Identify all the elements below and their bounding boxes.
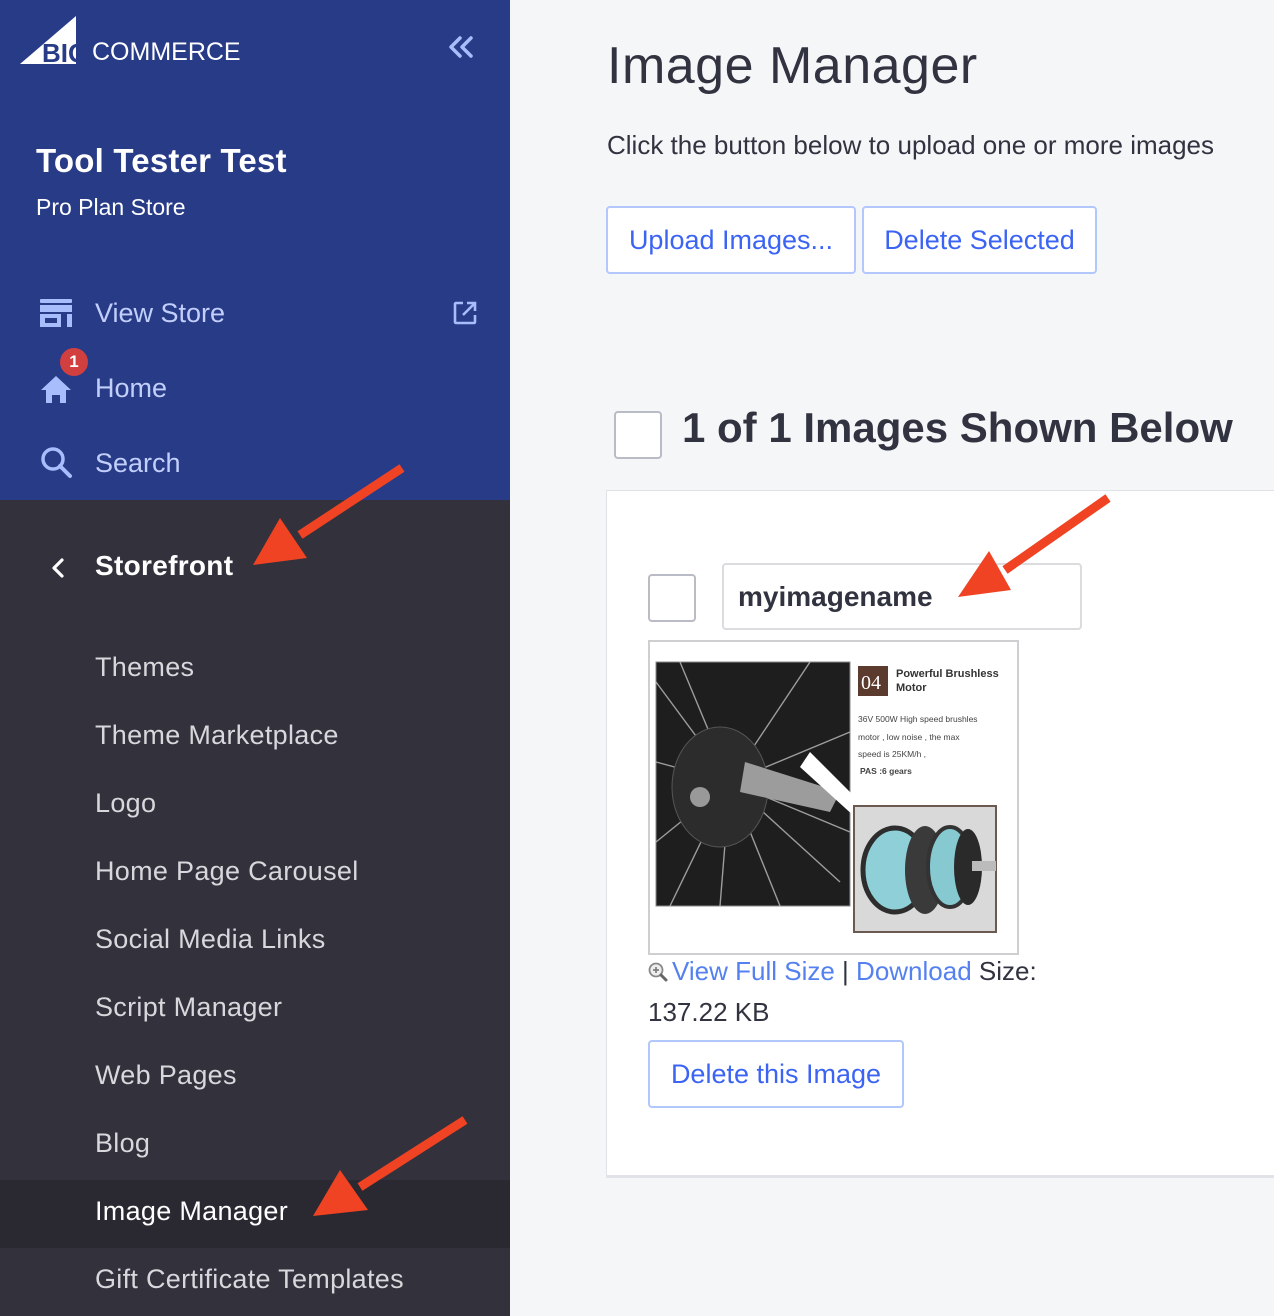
collapse-sidebar-button[interactable] xyxy=(444,30,478,64)
sidebar-header: BIG COMMERCE Tool Tester Test Pro Plan S… xyxy=(0,0,510,500)
thumbnail-desc-line: motor , low noise , the max xyxy=(858,732,960,742)
sidebar-item-gift-certificate-templates[interactable]: Gift Certificate Templates xyxy=(0,1248,510,1316)
intro-text: Click the button below to upload one or … xyxy=(607,130,1215,160)
sidebar-item-social-media-links[interactable]: Social Media Links xyxy=(0,908,510,976)
chevron-left-icon xyxy=(46,554,70,582)
sidebar-item-image-manager[interactable]: Image Manager xyxy=(0,1180,510,1248)
sidebar-item-label: Blog xyxy=(95,1128,151,1158)
sidebar-item-script-manager[interactable]: Script Manager xyxy=(0,976,510,1044)
sidebar-item-home-page-carousel[interactable]: Home Page Carousel xyxy=(0,840,510,908)
zoom-in-icon xyxy=(648,958,668,982)
page-title: Image Manager xyxy=(607,37,978,95)
storefront-icon xyxy=(38,295,74,331)
sidebar-item-label: Theme Marketplace xyxy=(95,720,339,750)
store-name: Tool Tester Test xyxy=(36,142,287,179)
image-actions-row: View Full Size | Download Size: xyxy=(648,956,1037,987)
link-separator: | xyxy=(842,956,849,986)
thumbnail-desc-line: 36V 500W High speed brushles xyxy=(858,714,978,724)
delete-selected-button[interactable]: Delete Selected xyxy=(862,206,1097,274)
logo-commerce-text: COMMERCE xyxy=(92,38,241,66)
sidebar-item-label: Logo xyxy=(95,788,157,818)
nav-view-store[interactable]: View Store xyxy=(0,285,510,341)
sidebar-item-label: Themes xyxy=(95,652,195,682)
image-select-checkbox[interactable] xyxy=(648,574,696,622)
image-thumbnail[interactable]: 04 Powerful Brushless Motor 36V 500W High… xyxy=(648,640,1019,955)
main-content: Image Manager Click the button below to … xyxy=(510,0,1274,1316)
external-link-icon[interactable] xyxy=(452,300,478,326)
file-size-value: 137.22 KB xyxy=(648,997,770,1027)
sidebar-item-label: Home Page Carousel xyxy=(95,856,359,886)
delete-image-button[interactable]: Delete this Image xyxy=(648,1040,904,1108)
nav-label: Search xyxy=(95,447,181,478)
thumbnail-desc-line: speed is 25KM/h , xyxy=(858,749,926,759)
nav-home[interactable]: 1 Home xyxy=(0,346,510,416)
size-label: Size: xyxy=(978,956,1037,986)
notification-badge: 1 xyxy=(58,346,90,378)
sidebar-item-logo[interactable]: Logo xyxy=(0,772,510,840)
bigcommerce-logo[interactable]: BIG COMMERCE xyxy=(20,16,260,68)
nav-label: View Store xyxy=(95,297,226,328)
section-label: Storefront xyxy=(95,550,234,581)
upload-images-button[interactable]: Upload Images... xyxy=(606,206,856,274)
search-icon xyxy=(38,445,74,481)
sidebar-item-label: Gift Certificate Templates xyxy=(95,1264,404,1294)
sidebar-item-themes[interactable]: Themes xyxy=(0,636,510,704)
nav-label: Home xyxy=(95,372,168,403)
sidebar-item-label: Social Media Links xyxy=(95,924,326,954)
sidebar: BIG COMMERCE Tool Tester Test Pro Plan S… xyxy=(0,0,510,1316)
sidebar-item-label: Web Pages xyxy=(95,1060,237,1090)
sidebar-item-label: Script Manager xyxy=(95,992,283,1022)
image-name-input[interactable] xyxy=(722,563,1082,630)
logo-big-text: BIG xyxy=(42,38,88,68)
thumbnail-footnote: PAS :6 gears xyxy=(860,766,912,776)
sidebar-item-theme-marketplace[interactable]: Theme Marketplace xyxy=(0,704,510,772)
section-storefront-back[interactable]: Storefront xyxy=(0,540,510,596)
download-link[interactable]: Download xyxy=(856,956,972,986)
nav-search[interactable]: Search xyxy=(0,435,510,491)
images-count-heading: 1 of 1 Images Shown Below xyxy=(682,404,1233,451)
thumbnail-badge-number: 04 xyxy=(861,672,881,694)
sidebar-item-web-pages[interactable]: Web Pages xyxy=(0,1044,510,1112)
sidebar-item-label: Image Manager xyxy=(95,1196,289,1226)
double-chevron-left-icon xyxy=(449,36,473,58)
sidebar-item-blog[interactable]: Blog xyxy=(0,1112,510,1180)
view-full-size-link[interactable]: View Full Size xyxy=(672,956,835,986)
select-all-checkbox[interactable] xyxy=(614,411,662,459)
store-plan: Pro Plan Store xyxy=(36,194,186,220)
